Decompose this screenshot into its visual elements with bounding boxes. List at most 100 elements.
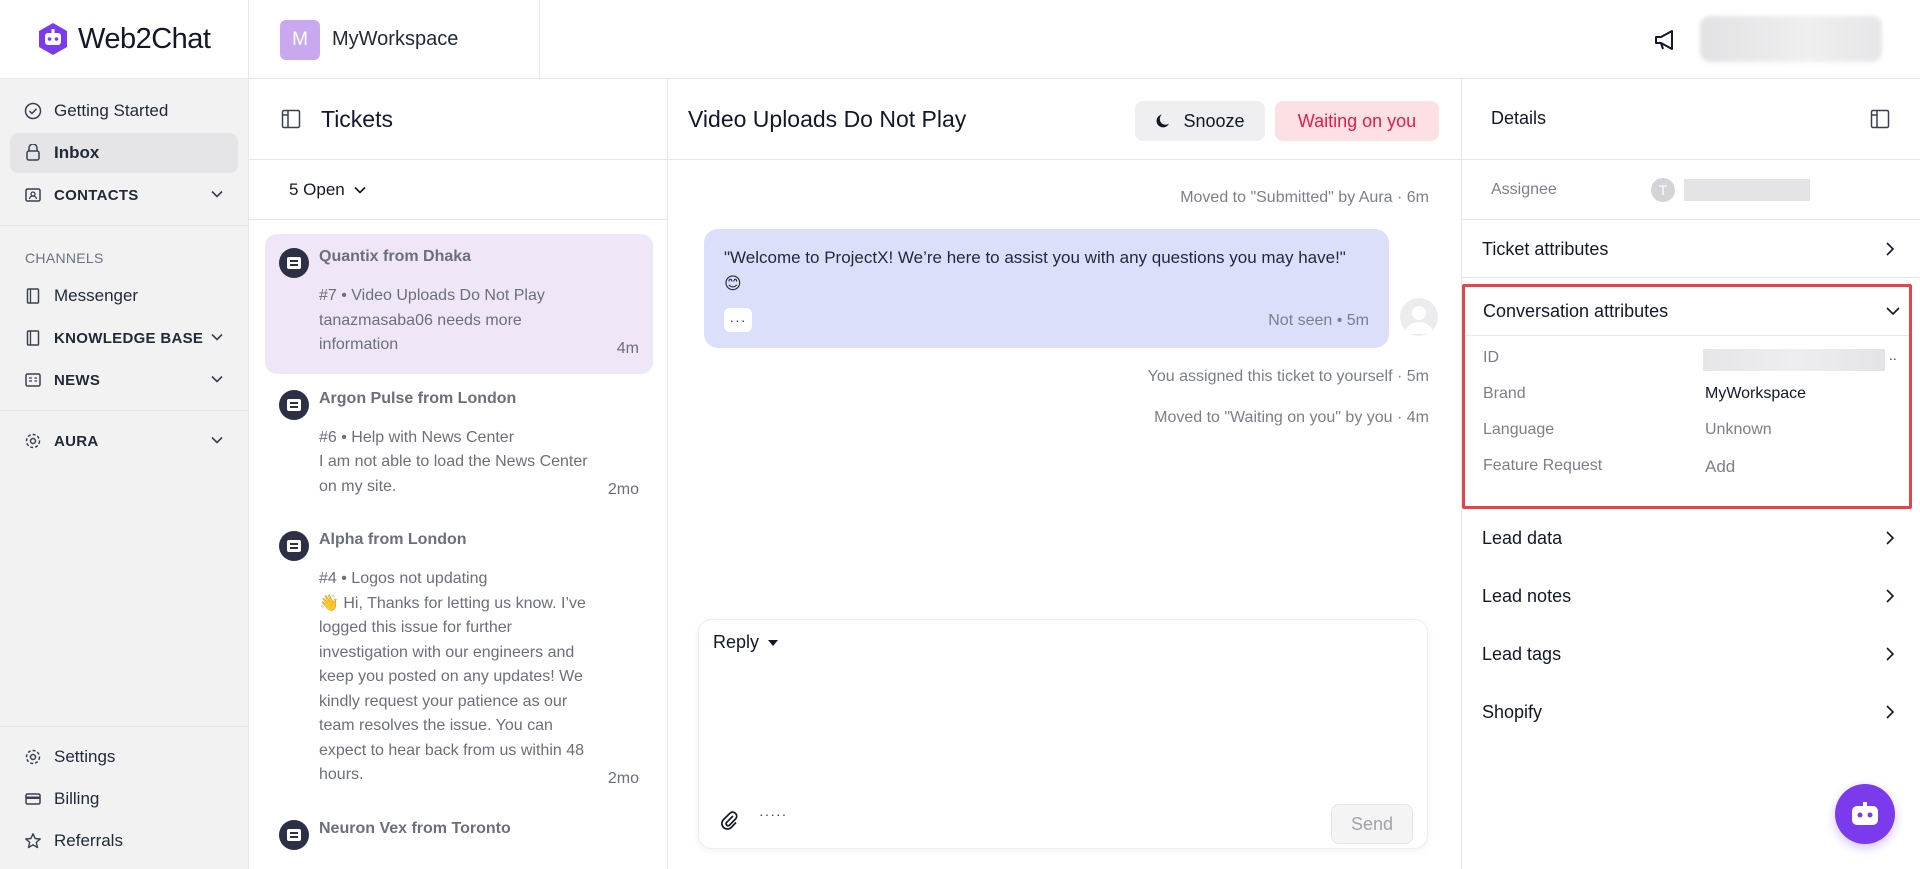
chevron-right-icon bbox=[1886, 531, 1895, 545]
ticket-contact-name: Alpha from London bbox=[319, 531, 467, 548]
brand-logo[interactable]: Web2Chat bbox=[0, 0, 248, 79]
chevron-right-icon bbox=[1886, 705, 1895, 719]
avatar bbox=[1400, 298, 1438, 336]
ticket-icon bbox=[279, 248, 309, 278]
sidebar-item-messenger[interactable]: Messenger bbox=[10, 276, 238, 316]
star-icon bbox=[25, 833, 41, 849]
assignee-label: Assignee bbox=[1491, 181, 1557, 198]
ticket-item[interactable]: Neuron Vex from Toronto bbox=[265, 806, 653, 869]
message-meta: Not seen • 5m bbox=[1268, 312, 1369, 329]
workspace-switcher[interactable]: M MyWorkspace bbox=[249, 0, 540, 79]
robot-icon bbox=[1852, 802, 1878, 825]
snooze-label: Snooze bbox=[1183, 110, 1245, 131]
attribute-value-id bbox=[1703, 349, 1885, 371]
reply-mode-label: Reply bbox=[713, 632, 760, 652]
section-label: Shopify bbox=[1482, 702, 1543, 722]
conversation-title: Video Uploads Do Not Play bbox=[688, 106, 967, 132]
lead-notes-section[interactable]: Lead notes bbox=[1462, 567, 1920, 625]
sidebar-item-settings[interactable]: Settings bbox=[10, 737, 238, 777]
chevron-down-icon bbox=[354, 186, 366, 194]
tickets-title: Tickets bbox=[321, 105, 393, 132]
workspace-avatar: M bbox=[280, 19, 320, 60]
chevron-right-icon bbox=[1886, 589, 1895, 603]
brand-name: Web2Chat bbox=[78, 22, 211, 55]
user-menu[interactable] bbox=[1700, 16, 1882, 62]
section-label: Ticket attributes bbox=[1482, 239, 1609, 259]
megaphone-icon[interactable] bbox=[1652, 26, 1680, 54]
attribute-key: ID bbox=[1483, 349, 1499, 366]
message-more-button[interactable]: ··· bbox=[724, 308, 752, 332]
workspace-name: MyWorkspace bbox=[332, 28, 459, 50]
top-bar: M MyWorkspace bbox=[249, 0, 1920, 79]
snooze-button[interactable]: Snooze bbox=[1135, 101, 1265, 141]
status-button[interactable]: Waiting on you bbox=[1275, 101, 1439, 141]
details-panel: Details Assignee T Ticket attributes Con… bbox=[1461, 79, 1920, 869]
chevron-right-icon bbox=[1886, 242, 1895, 256]
lead-tags-section[interactable]: Lead tags bbox=[1462, 625, 1920, 683]
ticket-contact-name: Quantix from Dhaka bbox=[319, 248, 472, 265]
sidebar-toggle-icon[interactable] bbox=[281, 109, 301, 129]
ticket-item[interactable]: Alpha from London #4 • Logos not updatin… bbox=[265, 517, 653, 804]
shopify-section[interactable]: Shopify bbox=[1462, 683, 1920, 741]
section-label: Conversation attributes bbox=[1483, 301, 1669, 321]
chevron-down-icon[interactable] bbox=[210, 433, 224, 447]
sidebar-item-news[interactable]: NEWS bbox=[10, 360, 238, 400]
details-header: Details bbox=[1462, 79, 1920, 160]
sidebar-item-label: AURA bbox=[54, 432, 99, 450]
chevron-down-icon[interactable] bbox=[210, 330, 224, 344]
chevron-down-icon[interactable] bbox=[210, 187, 224, 201]
lead-data-section[interactable]: Lead data bbox=[1462, 509, 1920, 567]
ticket-item[interactable]: Quantix from Dhaka #7 • Video Uploads Do… bbox=[265, 234, 653, 374]
ticket-icon bbox=[279, 389, 309, 420]
attribute-row-id: ID .. bbox=[1465, 341, 1909, 377]
sidebar-item-knowledge-base[interactable]: KNOWLEDGE BASE bbox=[10, 318, 238, 358]
channels-heading: CHANNELS bbox=[25, 250, 104, 266]
reply-composer[interactable]: Reply ····· Send bbox=[698, 619, 1428, 849]
timeline-event: Moved to "Submitted" by Aura · 6m bbox=[1180, 189, 1429, 206]
chevron-down-icon[interactable] bbox=[210, 372, 224, 386]
avatar: T bbox=[1651, 178, 1675, 202]
section-label: Lead notes bbox=[1482, 586, 1572, 606]
chat-launcher-button[interactable] bbox=[1835, 784, 1895, 844]
ticket-subject: #7 • Video Uploads Do Not Play bbox=[319, 287, 545, 304]
sidebar-item-aura[interactable]: AURA bbox=[10, 421, 238, 461]
message-text: "Welcome to ProjectX! We’re here to assi… bbox=[724, 248, 1346, 293]
sidebar-item-contacts[interactable]: CONTACTS bbox=[10, 175, 238, 215]
inbox-icon bbox=[26, 144, 40, 161]
attachment-icon[interactable] bbox=[719, 810, 739, 830]
sidebar-item-label: Inbox bbox=[54, 143, 100, 162]
check-circle-icon bbox=[24, 102, 42, 120]
details-title: Details bbox=[1491, 108, 1547, 128]
book-icon bbox=[26, 288, 40, 304]
send-button[interactable]: Send bbox=[1331, 804, 1413, 844]
attribute-row-brand: Brand MyWorkspace bbox=[1465, 377, 1909, 413]
ticket-contact-name: Neuron Vex from Toronto bbox=[319, 819, 511, 837]
ticket-item[interactable]: Argon Pulse from London #6 • Help with N… bbox=[265, 376, 653, 516]
attribute-key: Brand bbox=[1483, 385, 1526, 402]
sidebar-item-inbox[interactable]: Inbox bbox=[10, 133, 238, 173]
ticket-time: 2mo bbox=[607, 481, 639, 498]
conversation-attributes-header[interactable]: Conversation attributes bbox=[1465, 287, 1909, 336]
add-feature-request-button[interactable]: Add bbox=[1705, 457, 1735, 477]
panel-toggle-icon[interactable] bbox=[1870, 109, 1890, 129]
ticket-attributes-section[interactable]: Ticket attributes bbox=[1462, 220, 1920, 278]
attribute-row-feature-request: Feature Request Add bbox=[1465, 449, 1909, 485]
more-tools-button[interactable]: ····· bbox=[759, 806, 787, 822]
sidebar-item-referrals[interactable]: Referrals bbox=[10, 821, 238, 861]
assignee-row[interactable]: Assignee T bbox=[1462, 160, 1920, 220]
ticket-filter-dropdown[interactable]: 5 Open bbox=[249, 160, 667, 220]
sidebar-item-label: Billing bbox=[54, 789, 100, 808]
message-bubble: "Welcome to ProjectX! We’re here to assi… bbox=[704, 229, 1389, 348]
attribute-value: Unknown bbox=[1705, 421, 1772, 438]
sidebar-item-getting-started[interactable]: Getting Started bbox=[10, 91, 238, 131]
sidebar-item-billing[interactable]: Billing bbox=[10, 779, 238, 819]
attribute-row-language: Language Unknown bbox=[1465, 413, 1909, 449]
nav-divider bbox=[0, 410, 248, 411]
attribute-value: MyWorkspace bbox=[1705, 385, 1807, 402]
caret-down-icon bbox=[768, 639, 779, 646]
reply-mode-dropdown[interactable]: Reply bbox=[713, 632, 779, 653]
ticket-icon bbox=[279, 819, 309, 850]
gear-icon bbox=[25, 749, 41, 765]
sidebar-item-label: Settings bbox=[54, 747, 116, 766]
conversation-attributes-section: Conversation attributes ID .. Brand MyWo… bbox=[1462, 284, 1912, 509]
